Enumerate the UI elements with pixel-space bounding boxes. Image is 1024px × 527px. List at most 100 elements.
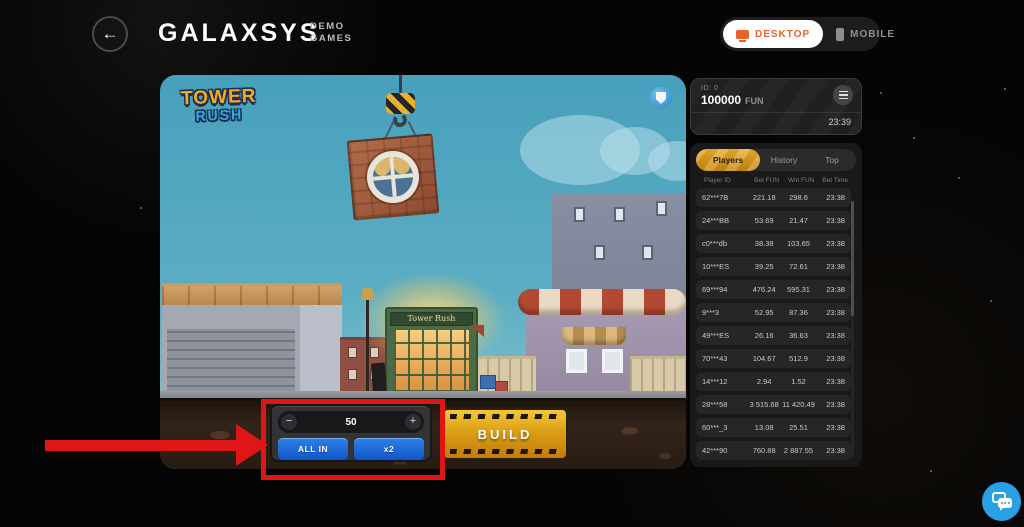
balance-currency: FUN [745,96,764,106]
clock-time: 23:39 [691,112,861,127]
cell-bet-time: 23:38 [816,216,845,225]
star-decoration [140,207,142,209]
table-header: Player ID Bet FUN Win FUN Bet Time [696,171,856,188]
cell-player-id: 69***94 [702,285,748,294]
shop-sign: Tower Rush [390,312,473,326]
players-panel: Players History Top Player ID Bet FUN Wi… [690,143,862,467]
street-lamp [366,300,369,398]
cell-bet-time: 23:38 [816,193,845,202]
cell-player-id: 49***ES [702,331,748,340]
cell-bet-time: 23:38 [816,331,845,340]
cell-bet-fun: 2.94 [748,377,781,386]
table-scrollbar [851,201,854,457]
garage-door [167,329,295,396]
cell-win-fun: 25.51 [781,423,817,432]
toggle-desktop[interactable]: DESKTOP [723,20,823,48]
cell-bet-time: 23:38 [816,446,845,455]
cell-player-id: 60***_3 [702,423,748,432]
cell-player-id: 9***3 [702,308,748,317]
phone-icon [836,28,844,41]
back-arrow-icon: ← [102,24,119,44]
star-decoration [1004,88,1006,90]
cell-player-id: 42***90 [702,446,748,455]
tab-players[interactable]: Players [696,149,760,171]
build-button[interactable]: BUILD [442,408,568,460]
provably-fair-icon[interactable] [650,87,672,109]
cell-bet-fun: 53.69 [748,216,781,225]
cell-player-id: 28***58 [702,400,748,409]
table-row: 24***BB 53.69 21.47 23:38 [696,211,851,230]
cell-bet-fun: 476.24 [748,285,781,294]
tab-top[interactable]: Top [808,155,856,165]
cell-bet-time: 23:38 [816,354,845,363]
table-row: 69***94 476.24 595.31 23:38 [696,280,851,299]
table-row: 49***ES 26.16 36.63 23:38 [696,326,851,345]
game-logo: TOWER RUSH [173,85,264,124]
cell-win-fun: 298.6 [781,193,817,202]
panel-tabs: Players History Top [696,149,856,171]
cell-bet-fun: 26.16 [748,331,781,340]
cell-bet-fun: 3 515.68 [748,400,781,409]
balance-amount: 100000 [701,93,741,107]
live-chat-button[interactable] [982,482,1021,521]
brand-logo: GALAXSYS [158,19,320,48]
tower-rush-shop: Tower Rush [385,307,478,398]
table-row: 9***3 52.95 87.36 23:38 [696,303,851,322]
cell-bet-time: 23:38 [816,285,845,294]
cell-win-fun: 87.36 [781,308,817,317]
shop-awning [470,325,484,337]
cell-bet-fun: 221.18 [748,193,781,202]
table-row: 60***_3 13.08 25.51 23:38 [696,418,851,437]
shield-icon [656,92,666,104]
cell-win-fun: 36.63 [781,331,817,340]
cell-win-fun: 72.61 [781,262,817,271]
table-body: 62***7B 221.18 298.6 23:38 24***BB 53.69… [696,188,856,460]
cell-bet-time: 23:38 [816,423,845,432]
cell-bet-time: 23:38 [816,239,845,248]
blue-crate [480,375,496,389]
cell-player-id: 10***ES [702,262,748,271]
scrollbar-thumb[interactable] [851,201,854,316]
annotation-highlight-box [261,399,445,480]
warehouse-building [162,283,342,398]
cell-bet-time: 23:38 [816,400,845,409]
table-row: 10***ES 39.25 72.61 23:38 [696,257,851,276]
cell-bet-time: 23:38 [816,262,845,271]
cell-player-id: 24***BB [702,216,748,225]
toggle-mobile[interactable]: MOBILE [823,20,908,48]
app-background: ← GALAXSYS DEMO GAMES DESKTOP MOBILE ID:… [0,0,1024,527]
star-decoration [990,300,992,302]
striped-awning [518,289,686,315]
back-button[interactable]: ← [92,16,128,52]
cell-win-fun: 11 420.49 [781,400,817,409]
star-decoration [880,92,882,94]
cell-bet-fun: 104.67 [748,354,781,363]
annotation-arrow [45,440,237,451]
player-id-label: ID: 0 [701,85,851,92]
cell-bet-fun: 13.08 [748,423,781,432]
table-row: 42***90 760.88 2 887.55 23:38 [696,441,851,460]
table-row: 14***12 2.94 1.52 23:38 [696,372,851,391]
cell-bet-fun: 760.88 [748,446,781,455]
cell-win-fun: 103.65 [781,239,817,248]
view-mode-toggle: DESKTOP MOBILE [720,17,880,51]
window-awning [562,327,626,345]
cell-bet-fun: 52.95 [748,308,781,317]
cell-bet-fun: 39.25 [748,262,781,271]
menu-icon[interactable] [833,85,853,105]
building-window [602,349,623,373]
page-subtitle: DEMO GAMES [310,21,352,45]
cell-bet-time: 23:38 [816,308,845,317]
cell-win-fun: 512.9 [781,354,817,363]
table-row: c0***db 38.38 103.65 23:38 [696,234,851,253]
cell-player-id: 70***43 [702,354,748,363]
cell-win-fun: 21.47 [781,216,817,225]
star-decoration [958,177,960,179]
tab-history[interactable]: History [760,155,808,165]
annotation-arrow-head [236,424,268,466]
cell-player-id: 62***7B [702,193,748,202]
cell-bet-fun: 38.38 [748,239,781,248]
balance-card: ID: 0 100000 FUN 23:39 [690,78,862,135]
star-decoration [930,470,932,472]
building-window [566,349,587,373]
